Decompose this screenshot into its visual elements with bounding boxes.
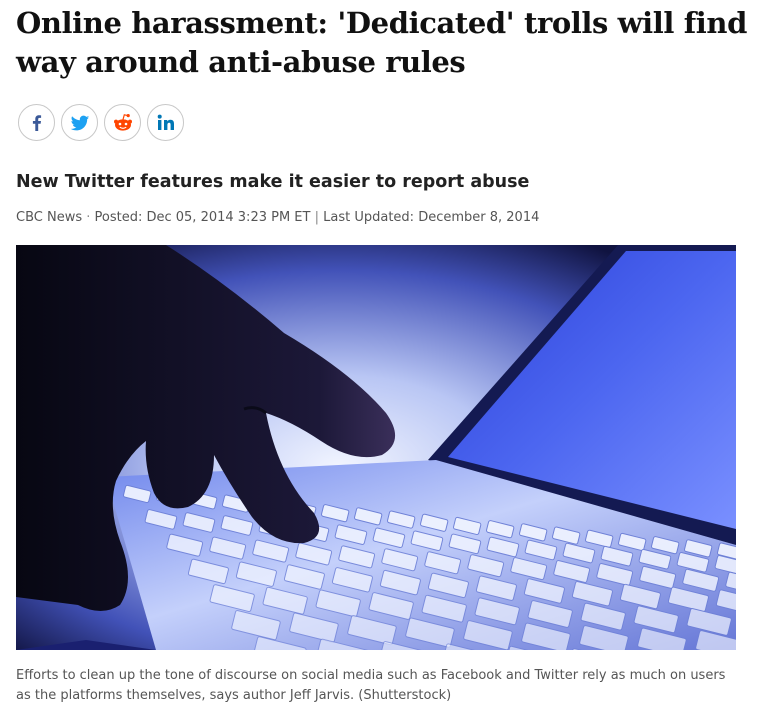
hero-image bbox=[16, 245, 736, 650]
share-linkedin-button[interactable] bbox=[147, 104, 184, 141]
byline-dot: · bbox=[82, 210, 95, 225]
article-deck: New Twitter features make it easier to r… bbox=[16, 172, 530, 192]
twitter-icon bbox=[70, 115, 89, 130]
share-reddit-button[interactable] bbox=[104, 104, 141, 141]
reddit-icon bbox=[113, 113, 132, 131]
article-headline: Online harassment: 'Dedicated' trolls wi… bbox=[16, 6, 747, 79]
article-byline: CBC News · Posted: Dec 05, 2014 3:23 PM … bbox=[16, 209, 539, 227]
byline-source: CBC News bbox=[16, 210, 83, 225]
share-bar bbox=[18, 104, 184, 141]
facebook-icon bbox=[32, 114, 41, 131]
byline-posted: Posted: Dec 05, 2014 3:23 PM ET bbox=[94, 210, 311, 225]
byline-updated: Last Updated: December 8, 2014 bbox=[323, 210, 540, 225]
share-twitter-button[interactable] bbox=[61, 104, 98, 141]
linkedin-icon bbox=[157, 114, 174, 130]
image-caption: Efforts to clean up the tone of discours… bbox=[16, 668, 726, 703]
share-facebook-button[interactable] bbox=[18, 104, 55, 141]
